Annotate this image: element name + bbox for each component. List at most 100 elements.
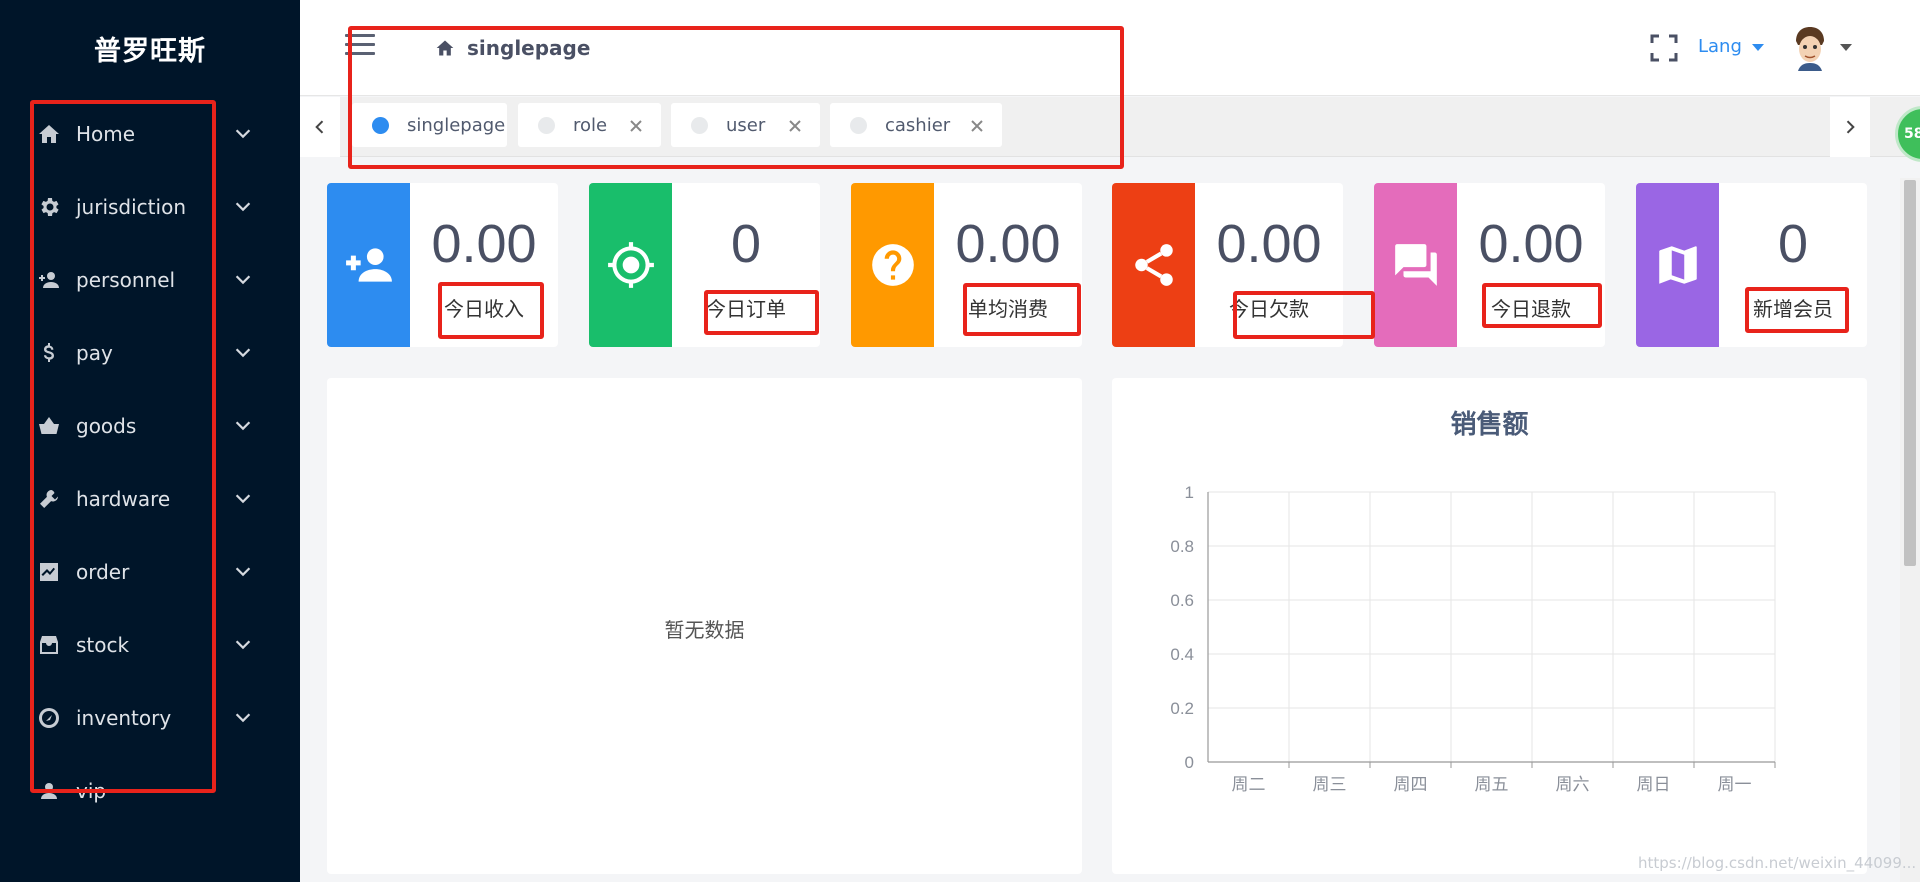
stat-label: 今日订单 [706,297,786,321]
language-dropdown[interactable]: Lang [1698,36,1764,57]
caret-down-icon[interactable] [1840,44,1852,51]
sales-line-chart: 0 0.2 0.4 0.6 0.8 1 周二 周三 周四 周五 周六 周日 周一 [1170,483,1776,795]
tab-label: role [573,114,608,136]
compass-icon [36,705,62,731]
chart-y-tick-label: 0.4 [1170,645,1194,664]
sidebar-item-label: stock [76,632,130,657]
page-scrollbar[interactable] [1900,178,1920,882]
close-icon[interactable] [788,117,802,132]
close-icon[interactable] [970,117,984,132]
stat-card-arrears: 0.00 今日欠款 [1112,183,1343,347]
watermark-text: https://blog.csdn.net/weixin_44099... [1638,854,1917,872]
sidebar-item-pay[interactable]: pay [0,316,300,389]
chart-x-tick-label: 周二 [1232,775,1266,795]
map-icon [1636,183,1719,347]
sidebar-item-jurisdiction[interactable]: jurisdiction [0,170,300,243]
chevron-down-icon [232,341,254,363]
chevron-left-icon [315,120,324,134]
chart-y-tick-label: 0.8 [1170,537,1194,556]
sidebar-item-label: Home [76,121,136,146]
sidebar-item-label: pay [76,340,113,365]
stat-label: 今日欠款 [1229,297,1309,321]
chart-x-tick-label: 周五 [1475,775,1509,795]
brand-logo-text: 普罗旺斯 [94,35,206,67]
tabs-scroll-left-button[interactable] [300,97,340,157]
share-icon [1112,183,1195,347]
sales-chart-panel: 销售额 0 0.2 0.4 0.6 0.8 1 周二 周三 周四 周五 周六 周日 周一 [1112,378,1867,874]
home-icon [36,121,62,147]
stat-card-refunds: 0.00 今日退款 [1374,183,1605,347]
sidebar-item-label: inventory [76,705,172,730]
tab-singlepage[interactable]: singlepage [352,103,507,147]
avatar[interactable] [1790,25,1830,71]
sidebar: 普罗旺斯 Home jurisdiction personnel pay goo… [0,0,300,882]
chevron-down-icon [232,268,254,290]
chart-x-tick-label: 周日 [1637,775,1671,795]
stat-card-new-members: 0 新增会员 [1636,183,1867,347]
tab-label: cashier [885,114,951,136]
stat-value: 0.00 [955,214,1061,274]
chevron-down-icon [232,633,254,655]
stat-card-avg-spend: 0.00 单均消费 [851,183,1082,347]
tools-icon [36,486,62,512]
vip-user-icon [36,778,62,804]
close-icon[interactable] [629,117,643,132]
sidebar-item-label: hardware [76,486,171,511]
chevron-down-icon [232,560,254,582]
chart-x-tick-label: 周三 [1313,775,1347,795]
tab-status-dot [538,116,555,134]
chart-y-tick-label: 0 [1185,753,1194,772]
sidebar-menu: Home jurisdiction personnel pay goods ha… [0,97,300,827]
tab-cashier[interactable]: cashier [830,103,1002,147]
locate-icon [589,183,672,347]
tab-status-dot [372,116,389,134]
tab-role[interactable]: role [518,103,661,147]
caret-down-icon [1751,44,1764,51]
stat-label: 今日退款 [1491,297,1571,321]
chevron-right-icon [1846,120,1855,134]
chart-x-tick-label: 周六 [1556,775,1590,795]
sidebar-item-stock[interactable]: stock [0,608,300,681]
stat-label: 今日收入 [444,297,524,321]
top-header: singlepage Lang [300,0,1920,96]
sidebar-item-home[interactable]: Home [0,97,300,170]
scrollbar-thumb[interactable] [1904,180,1916,566]
chart-y-tick-label: 1 [1185,483,1194,502]
tabs-bar: singlepage role user cashier [300,97,1920,157]
tabs-scroll-right-button[interactable] [1830,97,1870,157]
sidebar-item-label: goods [76,413,137,438]
sidebar-item-order[interactable]: order [0,535,300,608]
stat-value: 0.00 [431,214,537,274]
box-icon [36,632,62,658]
stat-value: 0 [730,214,762,274]
sidebar-item-personnel[interactable]: personnel [0,243,300,316]
chat-icon [1374,183,1457,347]
tab-user[interactable]: user [671,103,820,147]
sidebar-item-hardware[interactable]: hardware [0,462,300,535]
stat-label: 单均消费 [968,297,1048,321]
chart-icon [36,559,62,585]
chart-y-tick-label: 0.6 [1170,591,1194,610]
dollar-icon [36,340,62,366]
sidebar-item-label: jurisdiction [76,194,186,219]
stat-card-orders: 0 今日订单 [589,183,820,347]
tab-label: user [726,114,766,136]
stat-value: 0 [1777,214,1809,274]
empty-state-text: 暂无数据 [664,618,745,642]
sidebar-item-vip[interactable]: vip [0,754,300,827]
user-add-icon [327,183,410,347]
chevron-down-icon [232,195,254,217]
empty-data-panel: 暂无数据 [327,378,1082,874]
fullscreen-icon[interactable] [1650,34,1678,62]
chevron-down-icon [232,706,254,728]
menu-toggle-icon[interactable] [345,34,375,58]
chart-x-tick-label: 周四 [1394,775,1428,795]
basket-icon [36,413,62,439]
user-add-icon [36,267,62,293]
sidebar-item-inventory[interactable]: inventory [0,681,300,754]
sidebar-item-goods[interactable]: goods [0,389,300,462]
stat-label: 新增会员 [1753,297,1833,321]
tab-status-dot [850,116,867,134]
chevron-down-icon [232,122,254,144]
help-icon [851,183,934,347]
